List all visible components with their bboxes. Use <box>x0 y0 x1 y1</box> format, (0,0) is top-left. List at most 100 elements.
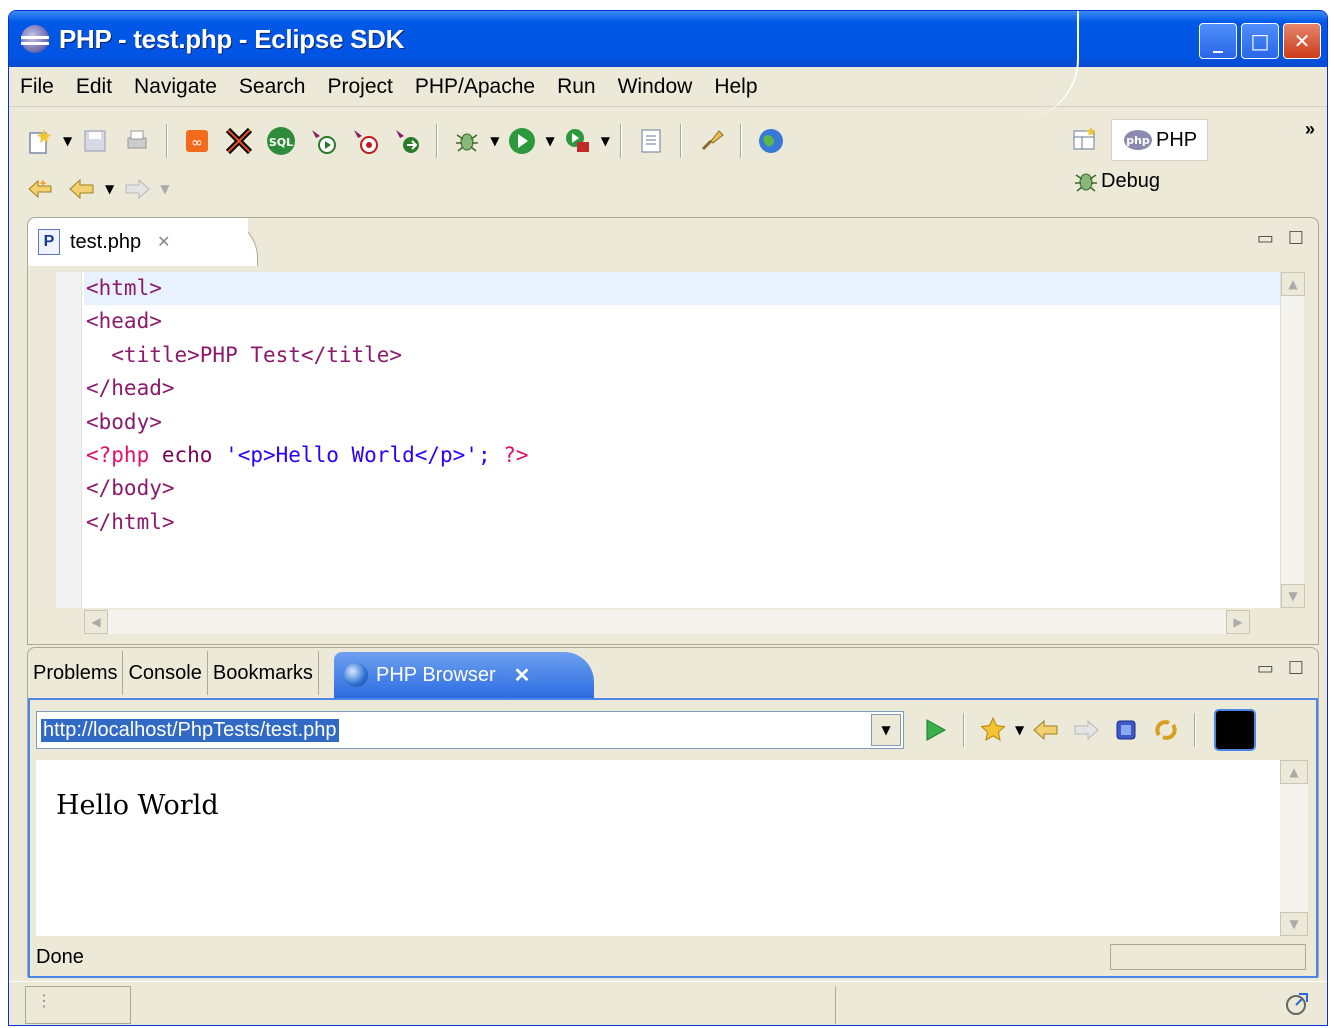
tab-label: test.php <box>70 230 142 253</box>
progress-icon[interactable] <box>1281 990 1311 1024</box>
url-dropdown-icon[interactable]: ▼ <box>871 714 901 746</box>
stop-icon[interactable] <box>1109 713 1143 747</box>
window-title: PHP - test.php - Eclipse SDK <box>59 23 405 54</box>
fast-view-bar[interactable]: ⋮ <box>25 986 131 1024</box>
open-type-icon[interactable] <box>634 124 668 158</box>
menu-window[interactable]: Window <box>607 75 704 99</box>
minimize-button[interactable]: _ <box>1199 23 1237 59</box>
refresh-icon[interactable] <box>1149 713 1183 747</box>
scroll-right-icon[interactable]: ▶ <box>1226 610 1250 634</box>
scroll-up-icon[interactable]: ▲ <box>1281 272 1305 296</box>
stop-server-icon[interactable] <box>222 124 256 158</box>
scroll-left-icon[interactable]: ◀ <box>84 610 108 634</box>
tab-close-icon[interactable]: ✕ <box>157 232 170 252</box>
php-browser-view: http://localhost/PhpTests/test.php ▼ ▼ H… <box>28 698 1318 978</box>
menu-search[interactable]: Search <box>228 75 317 99</box>
browser-tab-close-icon[interactable]: ✕ <box>514 663 531 688</box>
editor-window-controls: ▭ ☐ <box>1257 228 1304 249</box>
php-icon: php <box>1124 130 1152 150</box>
back-icon[interactable] <box>65 172 99 206</box>
code-lines: <html> <head> <title>PHP Test</title> </… <box>84 272 1280 539</box>
scroll-down-icon[interactable]: ▼ <box>1280 912 1308 936</box>
globe-icon <box>344 663 368 687</box>
tab-bookmarks[interactable]: Bookmarks <box>208 651 319 695</box>
eclipse-window: PHP - test.php - Eclipse SDK _ □ ✕ File … <box>8 10 1328 1026</box>
back-dropdown-icon[interactable]: ▼ <box>105 182 114 196</box>
pin-icon[interactable] <box>694 124 728 158</box>
svg-text:php: php <box>1126 134 1150 147</box>
save-icon[interactable] <box>78 124 112 158</box>
last-edit-icon[interactable] <box>23 172 57 206</box>
external-tools-dropdown-icon[interactable]: ▼ <box>601 134 610 148</box>
go-icon[interactable] <box>918 713 952 747</box>
more-perspectives-button[interactable]: » <box>1305 119 1315 140</box>
web-browser-icon[interactable] <box>754 124 788 158</box>
menu-project[interactable]: Project <box>316 75 403 99</box>
new-dropdown-icon[interactable]: ▼ <box>63 134 72 148</box>
eclipse-icon <box>21 25 49 53</box>
open-perspective-button[interactable] <box>1071 125 1099 153</box>
browser-vertical-scrollbar[interactable]: ▲ ▼ <box>1280 760 1308 936</box>
perspective-debug-label: Debug <box>1101 169 1160 192</box>
favorites-icon[interactable] <box>976 713 1010 747</box>
maximize-button[interactable]: □ <box>1241 23 1279 59</box>
browser-back-icon[interactable] <box>1029 713 1063 747</box>
code-line: </html> <box>86 509 175 534</box>
debug-bug-icon[interactable] <box>450 124 484 158</box>
url-text: http://localhost/PhpTests/test.php <box>41 718 339 742</box>
status-bar: ⋮ <box>9 981 1327 1025</box>
debug-dropdown-icon[interactable]: ▼ <box>490 134 499 148</box>
tab-test-php[interactable]: P test.php ✕ <box>28 218 248 266</box>
code-line: <title>PHP Test</title> <box>86 342 403 367</box>
scroll-up-icon[interactable]: ▲ <box>1280 760 1308 784</box>
browser-tab-label: PHP Browser <box>376 663 496 686</box>
menu-php-apache[interactable]: PHP/Apache <box>404 75 546 99</box>
browser-forward-icon[interactable] <box>1069 713 1103 747</box>
maximize-view-icon[interactable]: ☐ <box>1288 658 1304 679</box>
maximize-view-icon[interactable]: ☐ <box>1288 228 1304 249</box>
menu-help[interactable]: Help <box>703 75 768 99</box>
editor-horizontal-scrollbar[interactable]: ◀ ▶ <box>84 610 1250 634</box>
perspective-php[interactable]: php PHP <box>1111 119 1209 161</box>
php-file-icon: P <box>38 229 60 255</box>
menu-navigate[interactable]: Navigate <box>123 75 228 99</box>
forward-dropdown-icon[interactable]: ▼ <box>160 182 169 196</box>
external-tools-icon[interactable] <box>561 124 595 158</box>
debug-php-icon[interactable] <box>348 124 382 158</box>
run-icon[interactable] <box>505 124 539 158</box>
minimize-view-icon[interactable]: ▭ <box>1257 228 1274 249</box>
toolbar-separator <box>679 124 682 158</box>
perspective-php-label: PHP <box>1156 128 1198 151</box>
menu-file[interactable]: File <box>9 75 65 99</box>
scroll-down-icon[interactable]: ▼ <box>1281 584 1305 608</box>
menu-bar: File Edit Navigate Search Project PHP/Ap… <box>9 67 1327 107</box>
tab-problems[interactable]: Problems <box>28 651 124 695</box>
url-input[interactable]: http://localhost/PhpTests/test.php ▼ <box>36 711 904 749</box>
tab-php-browser[interactable]: PHP Browser ✕ <box>334 652 594 698</box>
favorites-dropdown-icon[interactable]: ▼ <box>1015 723 1024 737</box>
sql-icon[interactable]: SQL <box>264 124 298 158</box>
progress-box <box>1110 944 1306 970</box>
toolbar-separator <box>963 713 965 747</box>
menu-run[interactable]: Run <box>546 75 607 99</box>
toolbar-separator <box>619 124 622 158</box>
forward-icon[interactable] <box>120 172 154 206</box>
page-content: Hello World <box>56 790 219 821</box>
run-to-php-icon[interactable] <box>390 124 424 158</box>
run-dropdown-icon[interactable]: ▼ <box>545 134 554 148</box>
new-icon[interactable] <box>23 124 57 158</box>
run-php-icon[interactable] <box>306 124 340 158</box>
code-line: </body> <box>86 476 175 501</box>
menu-edit[interactable]: Edit <box>65 75 123 99</box>
editor-vertical-scrollbar[interactable]: ▲ ▼ <box>1280 272 1305 608</box>
print-icon[interactable] <box>120 124 154 158</box>
perspective-debug[interactable]: Debug <box>1071 167 1160 195</box>
close-button[interactable]: ✕ <box>1283 23 1321 59</box>
code-editor[interactable]: <html> <head> <title>PHP Test</title> </… <box>56 272 1280 608</box>
apache-icon[interactable]: ∞ <box>180 124 214 158</box>
title-bar[interactable]: PHP - test.php - Eclipse SDK _ □ ✕ <box>9 11 1327 67</box>
toolbar-separator <box>739 124 742 158</box>
tab-console[interactable]: Console <box>123 651 208 695</box>
line-ruler <box>56 272 82 608</box>
minimize-view-icon[interactable]: ▭ <box>1257 658 1274 679</box>
